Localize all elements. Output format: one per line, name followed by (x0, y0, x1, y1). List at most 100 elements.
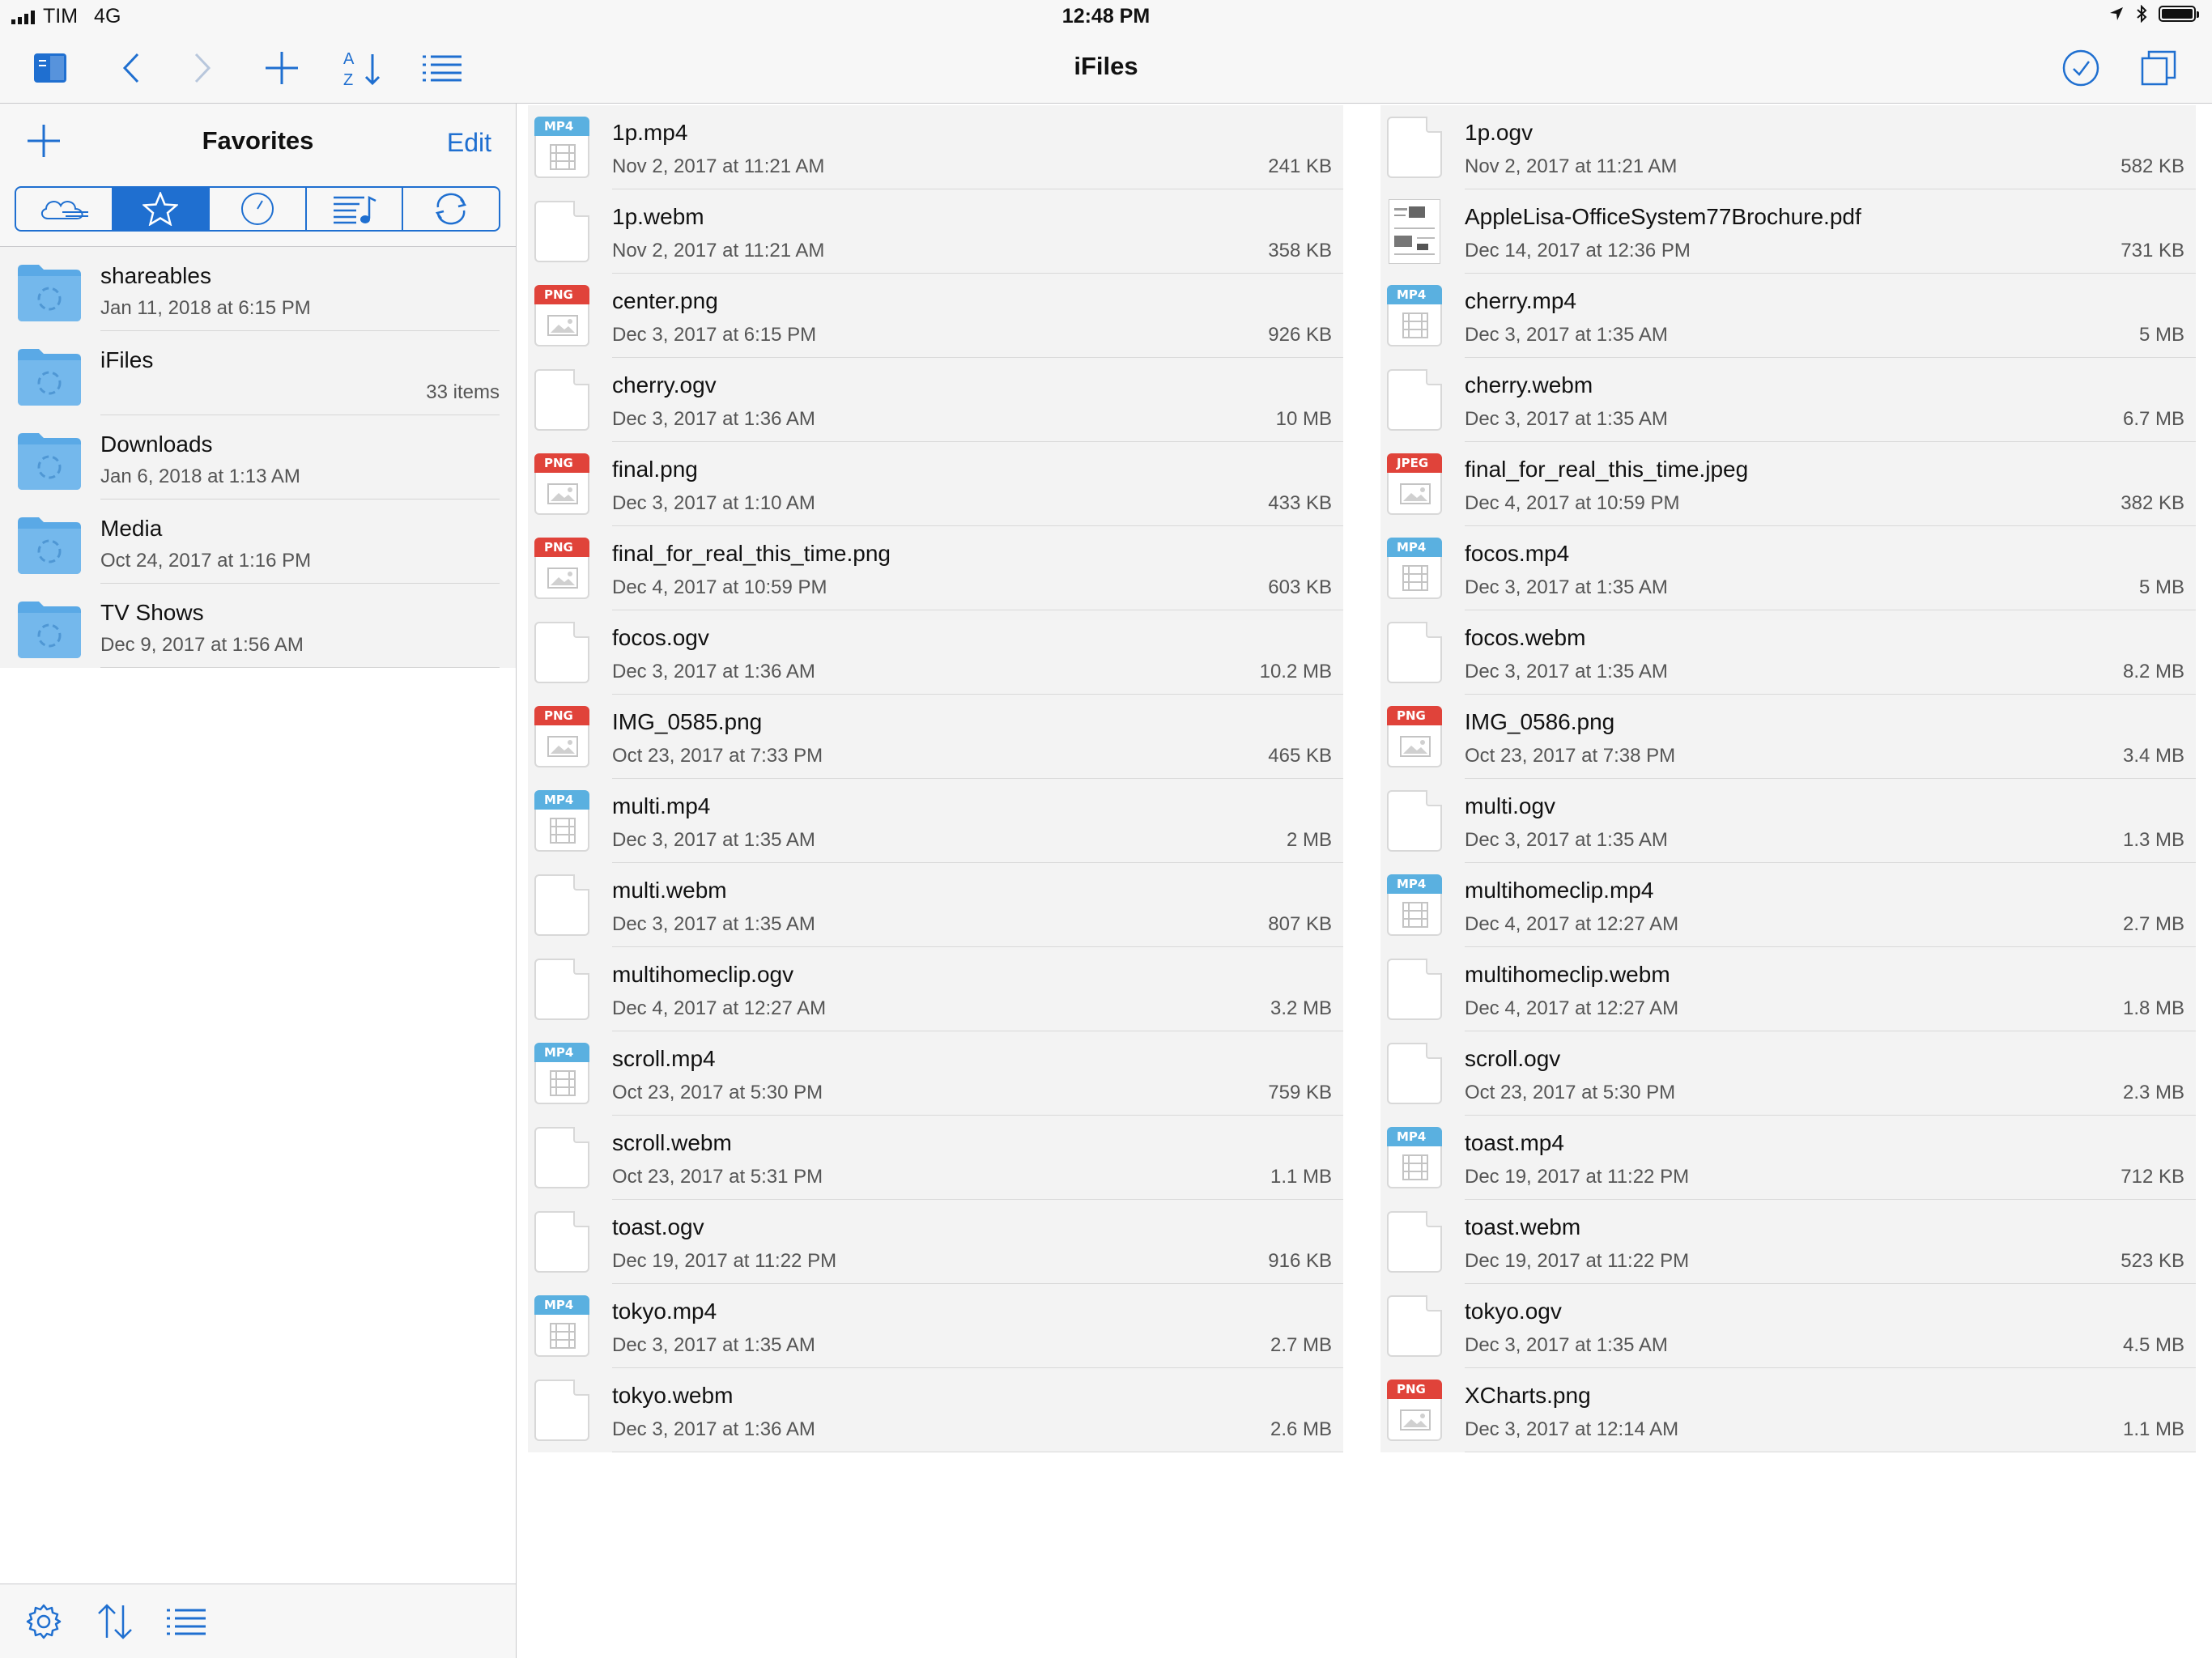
file-size: 5 MB (2138, 576, 2184, 598)
video-file-icon: MP4 (528, 787, 596, 855)
file-date: Oct 23, 2017 at 5:30 PM (1465, 1082, 1676, 1103)
file-row[interactable]: 1p.ogv Nov 2, 2017 at 11:21 AM 582 KB (1380, 105, 2196, 189)
file-row[interactable]: toast.ogv Dec 19, 2017 at 11:22 PM 916 KB (528, 1200, 1343, 1284)
file-name: focos.webm (1465, 625, 1586, 650)
file-row[interactable]: 1p.webm Nov 2, 2017 at 11:21 AM 358 KB (528, 189, 1343, 274)
location-icon (2110, 7, 2123, 20)
sidebar-item-name: iFiles (100, 347, 154, 372)
file-date: Dec 3, 2017 at 1:35 AM (1465, 408, 1668, 430)
file-row[interactable]: MP4 scroll.mp4 Oct 23, 2017 at 5:30 PM 759 … (528, 1031, 1343, 1116)
file-row[interactable]: scroll.ogv Oct 23, 2017 at 5:30 PM 2.3 MB (1380, 1031, 2196, 1116)
file-date: Dec 19, 2017 at 11:22 PM (1465, 1250, 1690, 1272)
file-row[interactable]: multihomeclip.webm Dec 4, 2017 at 12:27 A… (1380, 947, 2196, 1031)
file-row[interactable]: toast.webm Dec 19, 2017 at 11:22 PM 523 KB (1380, 1200, 2196, 1284)
file-row[interactable]: PNG center.png Dec 3, 2017 at 6:15 PM 926 K… (528, 274, 1343, 358)
file-size: 1.1 MB (2122, 1418, 2184, 1440)
folder-icon (18, 349, 81, 406)
bluetooth-icon (2137, 5, 2147, 23)
file-size: 3.4 MB (2122, 745, 2184, 767)
segment-recent[interactable] (210, 188, 307, 230)
checkmark-circle-icon (2062, 49, 2099, 87)
file-row[interactable]: scroll.webm Oct 23, 2017 at 5:31 PM 1.1 MB (528, 1116, 1343, 1200)
file-name: cherry.mp4 (1465, 288, 1576, 313)
file-row[interactable]: JPEG final_for_real_this_time.jpeg Dec 4, … (1380, 442, 2196, 526)
document-icon (1380, 787, 1448, 855)
file-row[interactable]: MP4 toast.mp4 Dec 19, 2017 at 11:22 PM 712 … (1380, 1116, 2196, 1200)
windows-button[interactable] (2138, 47, 2180, 89)
sidebar-item[interactable]: Downloads Jan 6, 2018 at 1:13 AM (0, 415, 516, 500)
file-row[interactable]: tokyo.ogv Dec 3, 2017 at 1:35 AM 4.5 MB (1380, 1284, 2196, 1368)
document-icon (528, 1376, 596, 1444)
file-date: Dec 14, 2017 at 12:36 PM (1465, 240, 1691, 261)
sidebar-item[interactable]: TV Shows Dec 9, 2017 at 1:56 AM (0, 584, 516, 668)
file-row[interactable]: focos.webm Dec 3, 2017 at 1:35 AM 8.2 MB (1380, 610, 2196, 695)
document-icon (1380, 1208, 1448, 1276)
file-type-badge: PNG (534, 453, 589, 473)
file-name: cherry.ogv (612, 372, 717, 397)
sidebar-item-count: 33 items (426, 381, 500, 403)
file-date: Dec 3, 2017 at 12:14 AM (1465, 1418, 1679, 1440)
file-row[interactable]: MP4 cherry.mp4 Dec 3, 2017 at 1:35 AM 5 MB (1380, 274, 2196, 358)
segment-cloud[interactable] (16, 188, 113, 230)
file-row[interactable]: MP4 1p.mp4 Nov 2, 2017 at 11:21 AM 241 KB (528, 105, 1343, 189)
segment-favorites[interactable] (113, 188, 211, 230)
file-size: 759 KB (1268, 1082, 1332, 1103)
file-row[interactable]: PNG final.png Dec 3, 2017 at 1:10 AM 433 KB (528, 442, 1343, 526)
file-type-badge: MP4 (1387, 538, 1442, 557)
file-row[interactable]: MP4 focos.mp4 Dec 3, 2017 at 1:35 AM 5 MB (1380, 526, 2196, 610)
file-size: 731 KB (2121, 240, 2184, 261)
app-title: iFiles (1074, 52, 1138, 80)
segment-music[interactable] (307, 188, 404, 230)
file-row[interactable]: AppleLisa-OfficeSystem77Brochure.pdf Dec … (1380, 189, 2196, 274)
file-name: AppleLisa-OfficeSystem77Brochure.pdf (1465, 204, 1861, 229)
file-size: 2 MB (1286, 829, 1332, 851)
document-icon (528, 871, 596, 939)
file-size: 10 MB (1275, 408, 1332, 430)
file-row[interactable]: cherry.ogv Dec 3, 2017 at 1:36 AM 10 MB (528, 358, 1343, 442)
file-row[interactable]: PNG final_for_real_this_time.png Dec 4, 20… (528, 526, 1343, 610)
pdf-thumbnail (1380, 198, 1448, 266)
file-row[interactable]: PNG IMG_0585.png Oct 23, 2017 at 7:33 PM 46… (528, 695, 1343, 779)
file-name: scroll.webm (612, 1130, 732, 1155)
sidebar-item[interactable]: shareables Jan 11, 2018 at 6:15 PM (0, 247, 516, 331)
file-row[interactable]: MP4 multi.mp4 Dec 3, 2017 at 1:35 AM 2 MB (528, 779, 1343, 863)
list-icon (167, 1609, 206, 1635)
file-name: IMG_0585.png (612, 709, 763, 734)
sidebar-item[interactable]: Media Oct 24, 2017 at 1:16 PM (0, 500, 516, 584)
file-size: 465 KB (1268, 745, 1332, 767)
file-date: Dec 4, 2017 at 10:59 PM (1465, 492, 1680, 514)
file-row[interactable]: PNG XCharts.png Dec 3, 2017 at 12:14 AM 1.1… (1380, 1368, 2196, 1452)
transfer-button[interactable] (94, 1601, 136, 1643)
file-name: multihomeclip.mp4 (1465, 878, 1654, 903)
settings-button[interactable] (23, 1601, 65, 1643)
star-icon (143, 192, 179, 226)
file-row[interactable]: cherry.webm Dec 3, 2017 at 1:35 AM 6.7 MB (1380, 358, 2196, 442)
file-row[interactable]: multi.webm Dec 3, 2017 at 1:35 AM 807 KB (528, 863, 1343, 947)
file-row[interactable]: tokyo.webm Dec 3, 2017 at 1:36 AM 2.6 MB (528, 1368, 1343, 1452)
file-row[interactable]: multihomeclip.ogv Dec 4, 2017 at 12:27 AM… (528, 947, 1343, 1031)
file-name: focos.ogv (612, 625, 709, 650)
sidebar-item-name: Media (100, 516, 163, 541)
edit-button[interactable]: Edit (447, 128, 491, 158)
document-icon (528, 366, 596, 434)
file-row[interactable]: focos.ogv Dec 3, 2017 at 1:36 AM 10.2 MB (528, 610, 1343, 695)
sidebar-header: Favorites Edit (0, 104, 516, 246)
clock: 12:48 PM (1061, 5, 1151, 28)
sidebar-item[interactable]: iFiles 33 items (0, 331, 516, 415)
favorites-list: shareables Jan 11, 2018 at 6:15 PM iFiles 3… (0, 247, 516, 668)
file-size: 603 KB (1268, 576, 1332, 598)
file-date: Dec 3, 2017 at 1:35 AM (1465, 576, 1668, 598)
file-date: Dec 3, 2017 at 1:35 AM (1465, 1334, 1668, 1356)
file-row[interactable]: multi.ogv Dec 3, 2017 at 1:35 AM 1.3 MB (1380, 779, 2196, 863)
file-name: tokyo.ogv (1465, 1299, 1562, 1324)
file-name: toast.mp4 (1465, 1130, 1564, 1155)
sidebar-list-button[interactable] (165, 1601, 207, 1643)
file-name: XCharts.png (1465, 1383, 1591, 1408)
image-file-icon: PNG (528, 534, 596, 602)
file-row[interactable]: MP4 tokyo.mp4 Dec 3, 2017 at 1:35 AM 2.7 MB (528, 1284, 1343, 1368)
file-name: final.png (612, 457, 698, 482)
select-button[interactable] (2060, 47, 2102, 89)
file-row[interactable]: PNG IMG_0586.png Oct 23, 2017 at 7:38 PM 3.… (1380, 695, 2196, 779)
file-row[interactable]: MP4 multihomeclip.mp4 Dec 4, 2017 at 12:27… (1380, 863, 2196, 947)
segment-sync[interactable] (403, 188, 499, 230)
